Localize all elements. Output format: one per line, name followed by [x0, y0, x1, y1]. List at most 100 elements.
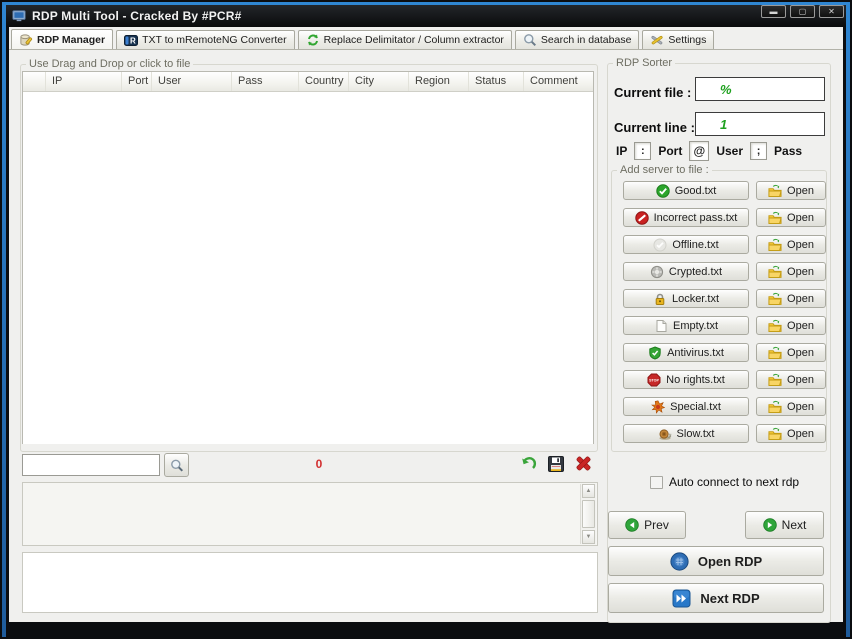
tab-label: Settings	[668, 34, 707, 46]
incorrect-pass-icon	[634, 210, 649, 225]
column-header-status[interactable]: Status	[469, 72, 524, 91]
column-header-port[interactable]: Port	[122, 72, 152, 91]
crypted-gear-icon	[650, 265, 664, 279]
folder-icon	[768, 238, 782, 252]
tab-rdp-manager[interactable]: RDP Manager	[11, 29, 114, 49]
tab-settings[interactable]: Settings	[642, 30, 715, 49]
open-crypted-button[interactable]: Open	[756, 262, 826, 281]
drop-zone-label: Use Drag and Drop or click to file	[26, 58, 194, 70]
table-header-row: IP Port User Pass Country City Region St…	[23, 72, 593, 92]
scrollbar-thumb[interactable]	[582, 500, 595, 528]
column-header-comment[interactable]: Comment	[524, 72, 593, 91]
open-offline-button[interactable]: Open	[756, 235, 826, 254]
delete-icon	[574, 454, 593, 476]
prev-arrow-icon	[625, 518, 639, 532]
tab-replace-delimitator[interactable]: Replace Delimitator / Column extractor	[297, 30, 512, 49]
column-header-country[interactable]: Country	[299, 72, 349, 91]
tab-label: TXT to mRemoteNG Converter	[142, 34, 287, 46]
open-incorrect-pass-button[interactable]: Open	[756, 208, 826, 227]
auto-connect-checkbox[interactable]	[650, 475, 663, 489]
file-row-antivirus: Antivirus.txt Open	[623, 343, 835, 362]
search-button[interactable]	[164, 453, 189, 477]
tab-search-in-database[interactable]: Search in database	[514, 30, 640, 49]
open-no-rights-button[interactable]: Open	[756, 370, 826, 389]
open-slow-button[interactable]: Open	[756, 424, 826, 443]
open-rdp-button[interactable]: Open RDP	[608, 546, 824, 576]
column-header-user[interactable]: User	[152, 72, 232, 91]
add-no-rights-button[interactable]: STOP No rights.txt	[623, 370, 749, 389]
file-button-label: No rights.txt	[666, 373, 725, 386]
locker-padlock-icon	[653, 292, 667, 306]
no-rights-stop-icon: STOP	[647, 373, 661, 387]
folder-icon	[768, 346, 782, 360]
window-border-left	[2, 2, 6, 637]
column-header-city[interactable]: City	[349, 72, 409, 91]
format-user-label: User	[716, 144, 744, 158]
maximize-button[interactable]: ▢	[790, 5, 815, 18]
add-incorrect-pass-button[interactable]: Incorrect pass.txt	[623, 208, 749, 227]
log-scrollbar[interactable]: ▲ ▼	[580, 484, 596, 544]
search-input[interactable]	[22, 454, 160, 476]
current-file-value-box: %	[695, 77, 825, 101]
tools-icon	[650, 33, 664, 47]
column-header-ip[interactable]: IP	[46, 72, 122, 91]
ip-port-separator-field[interactable]: :	[634, 142, 652, 160]
column-header-region[interactable]: Region	[409, 72, 469, 91]
format-port-label: Port	[658, 144, 683, 158]
add-crypted-button[interactable]: Crypted.txt	[623, 262, 749, 281]
file-row-locker: Locker.txt Open	[623, 289, 835, 308]
title-bar[interactable]: RDP Multi Tool - Cracked By #PCR#	[6, 5, 846, 27]
next-rdp-icon	[672, 589, 691, 608]
file-row-offline: Offline.txt Open	[623, 235, 835, 254]
add-slow-button[interactable]: Slow.txt	[623, 424, 749, 443]
prev-button[interactable]: Prev	[608, 511, 686, 539]
add-special-button[interactable]: Special.txt	[623, 397, 749, 416]
open-button-label: Open	[787, 400, 814, 413]
format-pass-label: Pass	[774, 144, 803, 158]
scroll-up-button[interactable]: ▲	[582, 484, 595, 498]
table-body[interactable]	[23, 92, 593, 444]
close-button[interactable]: ✕	[819, 5, 844, 18]
delete-button[interactable]	[571, 453, 595, 477]
add-empty-button[interactable]: Empty.txt	[623, 316, 749, 335]
minimize-button[interactable]: ▬	[761, 5, 786, 18]
add-locker-button[interactable]: Locker.txt	[623, 289, 749, 308]
database-icon	[19, 33, 33, 47]
offline-icon	[653, 238, 667, 252]
add-offline-button[interactable]: Offline.txt	[623, 235, 749, 254]
current-file-value: %	[720, 81, 732, 97]
user-pass-separator-field[interactable]: ;	[750, 142, 768, 160]
open-empty-button[interactable]: Open	[756, 316, 826, 335]
scroll-down-button[interactable]: ▼	[582, 530, 595, 544]
auto-connect-row: Auto connect to next rdp	[650, 475, 799, 489]
column-header-select[interactable]	[23, 72, 46, 91]
undo-icon	[520, 454, 539, 476]
server-table[interactable]: IP Port User Pass Country City Region St…	[22, 71, 594, 444]
add-antivirus-button[interactable]: Antivirus.txt	[623, 343, 749, 362]
open-locker-button[interactable]: Open	[756, 289, 826, 308]
file-button-label: Empty.txt	[672, 319, 719, 332]
next-button[interactable]: Next	[745, 511, 824, 539]
tab-txt-to-mremoteng[interactable]: R TXT to mRemoteNG Converter	[116, 30, 295, 49]
format-row: IP : Port @ User ; Pass	[616, 140, 826, 162]
rdp-sorter-label: RDP Sorter	[613, 57, 676, 69]
open-antivirus-button[interactable]: Open	[756, 343, 826, 362]
open-special-button[interactable]: Open	[756, 397, 826, 416]
undo-button[interactable]	[517, 453, 541, 477]
open-good-button[interactable]: Open	[756, 181, 826, 200]
log-textarea[interactable]: ▲ ▼	[22, 482, 598, 546]
tab-label: RDP Manager	[37, 33, 106, 46]
save-button[interactable]	[544, 453, 568, 477]
open-button-label: Open	[787, 184, 814, 197]
next-label: Next	[781, 518, 807, 532]
notes-textarea[interactable]	[22, 552, 598, 613]
next-rdp-button[interactable]: Next RDP	[608, 583, 824, 613]
folder-icon	[768, 211, 782, 225]
file-button-label: Special.txt	[670, 400, 721, 413]
antivirus-shield-icon	[648, 345, 662, 360]
column-header-pass[interactable]: Pass	[232, 72, 299, 91]
add-good-button[interactable]: Good.txt	[623, 181, 749, 200]
port-user-separator-field[interactable]: @	[689, 141, 710, 161]
svg-text:STOP: STOP	[649, 378, 659, 382]
open-button-label: Open	[787, 265, 814, 278]
